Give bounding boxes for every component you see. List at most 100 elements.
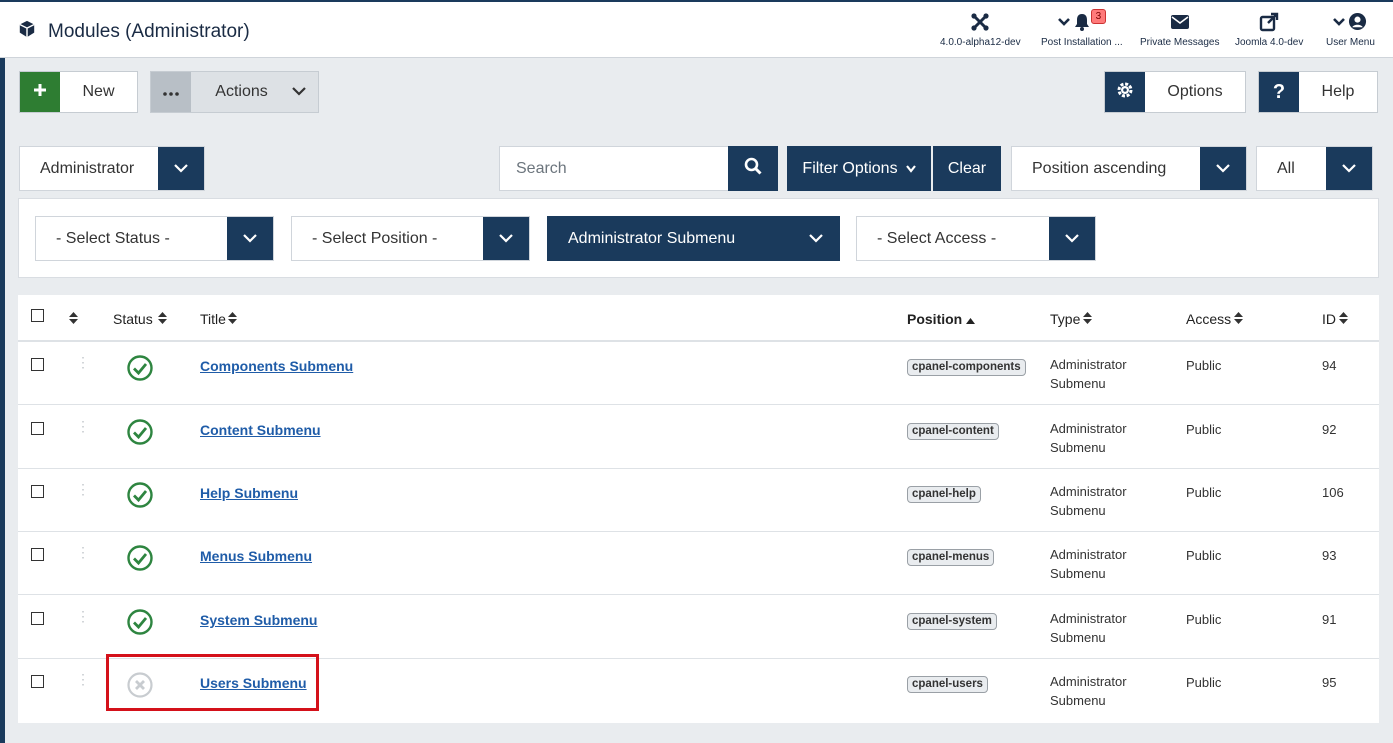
client-select-value: Administrator [40, 159, 135, 177]
type-line-2: Submenu [1050, 566, 1106, 581]
search-input[interactable]: Search [499, 146, 729, 191]
search-icon [744, 157, 762, 180]
access-filter[interactable]: - Select Access - [856, 216, 1096, 261]
position-filter[interactable]: - Select Position - [291, 216, 530, 261]
position-badge: cpanel-system [907, 613, 997, 630]
access-cell: Public [1186, 358, 1222, 373]
sort-icon [69, 311, 78, 327]
chevron-down-icon [809, 230, 823, 248]
table-row: ⋮ Help Submenu cpanel-help Administrator… [18, 469, 1379, 532]
type-cell: Administrator Submenu [1050, 419, 1127, 457]
id-header[interactable]: ID [1322, 311, 1348, 327]
cube-icon [18, 20, 36, 43]
ellipsis-icon [163, 83, 179, 101]
module-title-link[interactable]: Menus Submenu [200, 548, 312, 564]
clear-button[interactable]: Clear [933, 146, 1001, 191]
help-button[interactable]: ? Help [1258, 71, 1378, 113]
highlight-box [106, 654, 319, 711]
drag-handle-icon[interactable]: ⋮ [76, 609, 90, 623]
module-title-link[interactable]: Help Submenu [200, 485, 298, 501]
new-button[interactable]: New [19, 71, 138, 113]
sort-icon [157, 311, 167, 327]
chevron-down-icon [174, 160, 188, 178]
published-check-icon[interactable] [126, 608, 154, 639]
drag-handle-icon[interactable]: ⋮ [76, 545, 90, 559]
module-title-link[interactable]: Content Submenu [200, 422, 321, 438]
status-header[interactable]: Status [113, 311, 167, 327]
published-check-icon[interactable] [126, 418, 154, 449]
access-header[interactable]: Access [1186, 311, 1244, 327]
module-title-link[interactable]: System Submenu [200, 612, 317, 628]
published-check-icon[interactable] [126, 481, 154, 512]
actions-button[interactable]: Actions [150, 71, 319, 113]
row-checkbox[interactable] [31, 485, 44, 498]
row-checkbox[interactable] [31, 358, 44, 371]
row-checkbox[interactable] [31, 612, 44, 625]
header-version[interactable]: 4.0.0-alpha12-dev [940, 12, 1021, 48]
status-filter[interactable]: - Select Status - [35, 216, 274, 261]
id-cell: 106 [1322, 485, 1344, 500]
row-checkbox[interactable] [31, 675, 44, 688]
type-line-2: Submenu [1050, 503, 1106, 518]
ordering-select-value: Position ascending [1032, 159, 1167, 177]
header-private-messages-label: Private Messages [1140, 37, 1220, 48]
id-cell: 94 [1322, 358, 1337, 373]
select-all-checkbox[interactable] [31, 309, 44, 322]
plus-icon [32, 82, 48, 103]
header-user-menu[interactable]: User Menu [1326, 12, 1375, 48]
row-checkbox[interactable] [31, 422, 44, 435]
header-post-installation-label: Post Installation ... [1041, 37, 1123, 48]
client-select[interactable]: Administrator [19, 146, 205, 191]
title-header-label: Title [200, 311, 226, 327]
ordering-sort[interactable] [69, 311, 78, 327]
sort-icon [227, 311, 237, 327]
sort-asc-icon [966, 311, 976, 327]
access-cell: Public [1186, 422, 1222, 437]
sort-icon [1234, 311, 1244, 327]
drag-handle-icon[interactable]: ⋮ [76, 355, 90, 369]
position-header[interactable]: Position [907, 311, 976, 327]
type-line-1: Administrator [1050, 611, 1127, 626]
new-button-label: New [82, 83, 115, 100]
module-title-link[interactable]: Components Submenu [200, 358, 353, 374]
published-check-icon[interactable] [126, 544, 154, 575]
id-cell: 91 [1322, 612, 1337, 627]
type-header[interactable]: Type [1050, 311, 1093, 327]
options-button[interactable]: Options [1104, 71, 1246, 113]
type-line-2: Submenu [1050, 693, 1106, 708]
access-cell: Public [1186, 675, 1222, 690]
status-filter-value: - Select Status - [56, 229, 170, 247]
table-row: ⋮ System Submenu cpanel-system Administr… [18, 596, 1379, 659]
header-site-link-label: Joomla 4.0-dev [1235, 37, 1304, 48]
chevron-down-icon [1216, 160, 1230, 178]
published-check-icon[interactable] [126, 354, 154, 385]
position-badge: cpanel-components [907, 359, 1026, 376]
type-line-1: Administrator [1050, 357, 1127, 372]
type-cell: Administrator Submenu [1050, 609, 1127, 647]
row-checkbox[interactable] [31, 548, 44, 561]
type-cell: Administrator Submenu [1050, 482, 1127, 520]
header-site-link[interactable]: Joomla 4.0-dev [1235, 12, 1303, 48]
drag-handle-icon[interactable]: ⋮ [76, 672, 90, 686]
status-header-label: Status [113, 311, 153, 327]
title-wrap: Modules (Administrator) [18, 20, 250, 43]
drag-handle-icon[interactable]: ⋮ [76, 482, 90, 496]
title-header[interactable]: Title [200, 311, 237, 327]
header-post-installation[interactable]: 3 Post Installation ... [1041, 8, 1123, 48]
left-edge-strip [0, 58, 5, 743]
chevron-down-icon [1342, 160, 1356, 178]
drag-handle-icon[interactable]: ⋮ [76, 419, 90, 433]
header-private-messages[interactable]: Private Messages [1140, 12, 1219, 48]
position-filter-value: - Select Position - [312, 229, 438, 247]
position-badge: cpanel-content [907, 423, 999, 440]
user-circle-icon [1348, 12, 1367, 34]
module-filter-value: Administrator Submenu [568, 229, 736, 247]
module-filter[interactable]: Administrator Submenu [547, 216, 840, 261]
ordering-select[interactable]: Position ascending [1011, 146, 1247, 191]
limit-select[interactable]: All [1256, 146, 1373, 191]
table-header: Status Title Position Type Access ID [18, 295, 1379, 342]
header-bar: Modules (Administrator) 4.0.0-alpha12-de… [0, 0, 1393, 58]
search-button[interactable] [728, 146, 778, 191]
filter-options-button[interactable]: Filter Options [787, 146, 931, 191]
type-cell: Administrator Submenu [1050, 672, 1127, 710]
